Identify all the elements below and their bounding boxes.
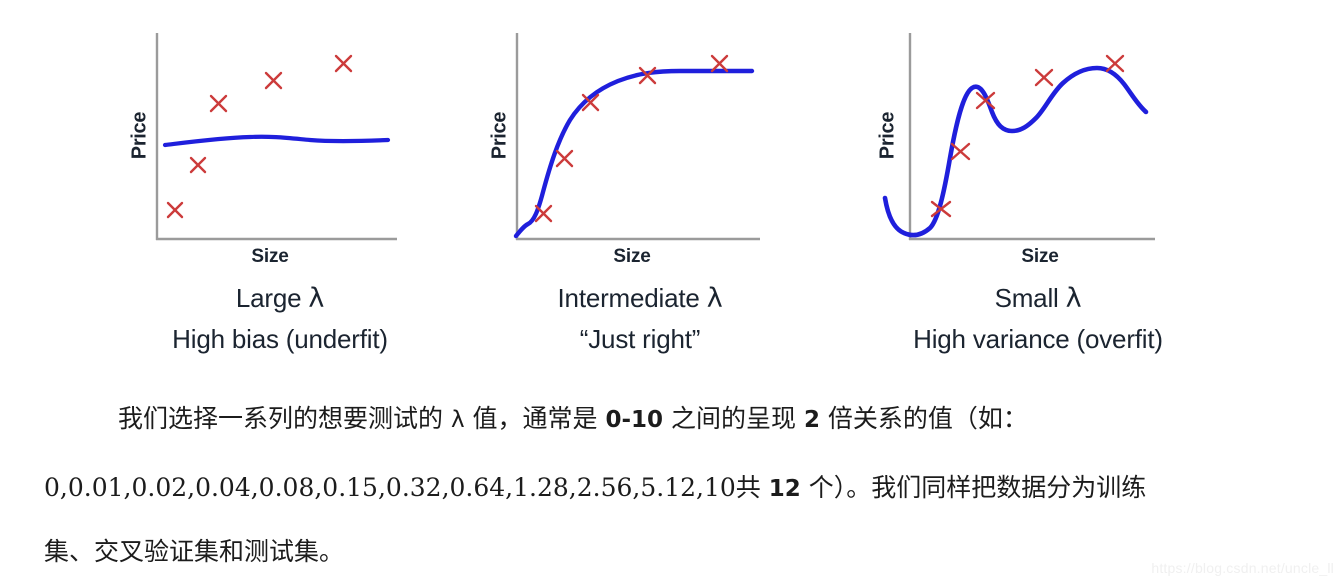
x-axis-label-size: Size bbox=[1021, 246, 1059, 267]
fitted-curve bbox=[882, 65, 1149, 238]
paragraph-line-1: 我们选择一系列的想要测试的 λ 值，通常是 0-10 之间的呈现 2 倍关系的值… bbox=[118, 399, 1028, 435]
lambda-symbol: λ bbox=[1065, 283, 1082, 314]
plot-area-large-lambda: Price Size bbox=[120, 28, 440, 267]
plot-area-small-lambda: Price Size bbox=[860, 28, 1200, 267]
watermark-url: https://blog.csdn.net/uncle_ll bbox=[1151, 560, 1334, 576]
data-marker bbox=[710, 54, 729, 73]
panel-caption-sub: High variance (overfit) bbox=[913, 324, 1163, 354]
paragraph-line-2: 0,0.01,0.02,0.04,0.08,0.15,0.32,0.64,1.2… bbox=[44, 468, 1146, 504]
line2-segment-a: 共 bbox=[735, 473, 769, 502]
panel-caption-main: Small λ bbox=[868, 283, 1208, 314]
caption-prefix: Small bbox=[994, 283, 1066, 313]
fitted-curve bbox=[513, 68, 755, 239]
line1-number-range: 0-10 bbox=[605, 407, 664, 433]
x-axis-label-size: Size bbox=[613, 246, 651, 267]
panel-caption-main: Intermediate λ bbox=[480, 283, 800, 314]
data-markers bbox=[534, 54, 729, 223]
line2-count: 12 bbox=[768, 476, 801, 502]
plot-svg-large-lambda bbox=[155, 33, 397, 241]
data-marker bbox=[166, 201, 184, 219]
lambda-symbol: λ bbox=[706, 283, 723, 314]
panel-caption-sub: High bias (underfit) bbox=[172, 324, 388, 354]
line1-segment-b: 值，通常是 bbox=[464, 404, 606, 433]
panel-caption-main: Large λ bbox=[120, 283, 440, 314]
chart-panel-intermediate-lambda: Price Size Intermediate λ “Just right” bbox=[480, 28, 800, 368]
data-marker bbox=[1034, 68, 1054, 87]
lambda-symbol-inline: λ bbox=[450, 407, 465, 433]
data-marker bbox=[950, 142, 971, 161]
line1-segment-c: 之间的呈现 bbox=[663, 404, 804, 433]
data-marker bbox=[264, 71, 283, 90]
data-marker bbox=[209, 94, 228, 113]
chart-panel-large-lambda: Price Size Large λ High bias (underfit) bbox=[120, 28, 440, 368]
data-marker bbox=[1105, 54, 1125, 73]
data-marker bbox=[555, 149, 574, 168]
line1-number-factor: 2 bbox=[803, 407, 820, 433]
plot-svg-intermediate-lambda bbox=[513, 33, 760, 241]
caption-prefix: Large bbox=[235, 283, 309, 313]
paragraph-line-3: 集、交叉验证集和测试集。 bbox=[44, 537, 345, 566]
figure-row: Price Size Large λ High bias (underfit) … bbox=[0, 0, 1340, 368]
data-markers bbox=[930, 54, 1125, 218]
fitted-curve bbox=[162, 134, 391, 148]
chart-panel-small-lambda: Price Size Small λ High variance (overfi… bbox=[860, 28, 1200, 368]
line2-segment-b: 个）。我们同样把数据分为训练 bbox=[800, 473, 1147, 502]
panel-caption-sub: “Just right” bbox=[579, 324, 701, 354]
x-axis-label-size: Size bbox=[251, 246, 289, 267]
data-marker bbox=[334, 54, 353, 73]
plot-svg-small-lambda bbox=[882, 33, 1155, 241]
caption-prefix: Intermediate bbox=[557, 283, 707, 313]
lambda-symbol: λ bbox=[308, 283, 325, 314]
data-marker bbox=[189, 156, 207, 174]
plot-area-intermediate-lambda: Price Size bbox=[480, 28, 800, 267]
line1-segment-d: 倍关系的值（如： bbox=[819, 404, 1028, 433]
lambda-value-list: 0,0.01,0.02,0.04,0.08,0.15,0.32,0.64,1.2… bbox=[44, 473, 736, 502]
line1-segment-a: 我们选择一系列的想要测试的 bbox=[118, 404, 451, 433]
